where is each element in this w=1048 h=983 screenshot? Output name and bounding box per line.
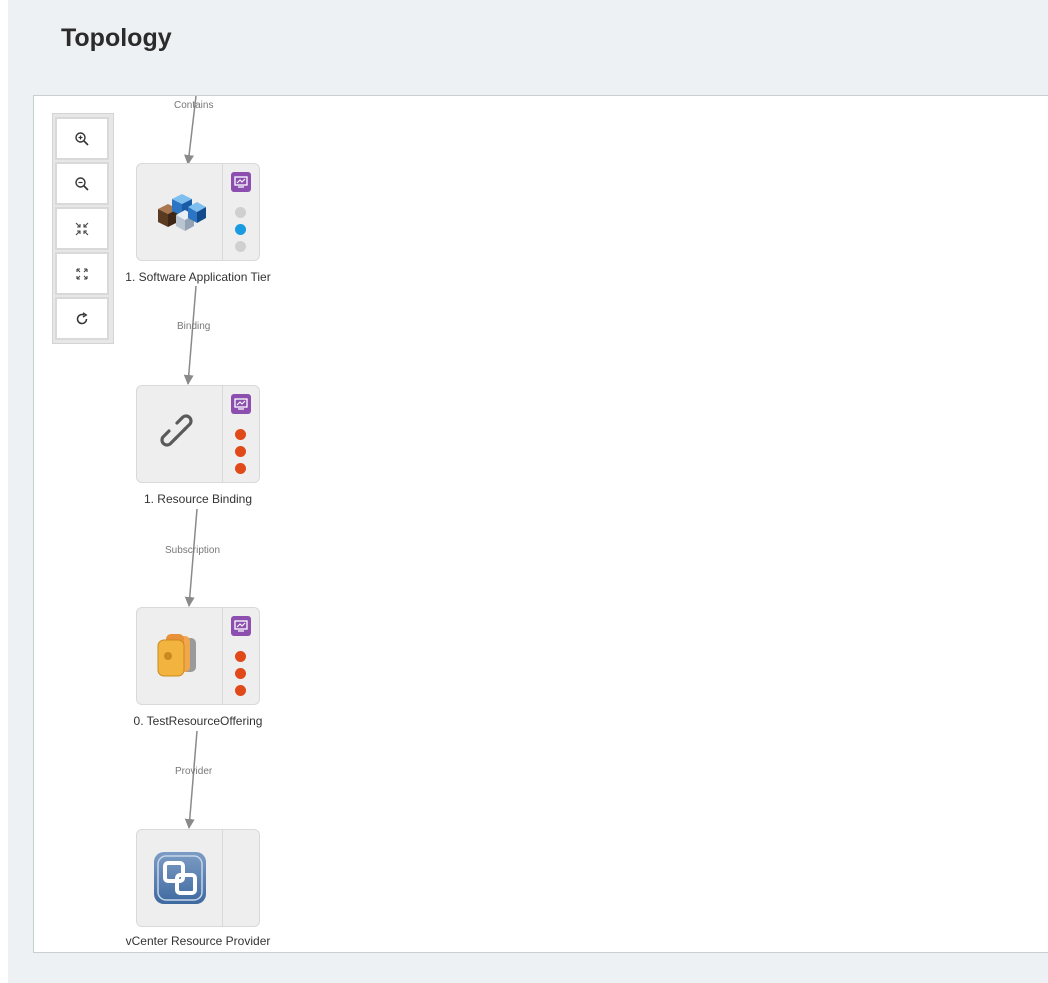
zoom-in-button[interactable] [55,117,109,160]
zoom-out-button[interactable] [55,162,109,205]
offering-stack-icon [157,634,196,677]
node-status-side [223,608,259,704]
status-dot [235,685,246,696]
node-test-resource-offering[interactable] [136,607,260,705]
edge-label-binding: Binding [177,321,211,332]
edge-provider [184,730,198,829]
status-dot [235,207,246,218]
status-dot [235,429,246,440]
vcenter-icon [153,852,206,904]
node-status-side [223,830,259,926]
monitor-badge[interactable] [231,172,251,192]
monitor-icon [234,176,248,188]
node-label-resource-binding: 1. Resource Binding [143,492,253,506]
node-label-software-application-tier: 1. Software Application Tier [125,270,271,284]
expand-button[interactable] [55,252,109,295]
node-resource-binding[interactable] [136,385,260,483]
node-label-vcenter-resource-provider: vCenter Resource Provider [125,934,271,948]
edge-label-subscription: Subscription [165,545,221,556]
chain-link-icon [159,414,193,447]
node-icon-area [137,164,223,260]
edge-label-contains: Contains [174,100,214,111]
node-icon-area [137,608,223,704]
page-title: Topology [61,24,172,52]
left-border [0,0,8,983]
monitor-badge[interactable] [231,394,251,414]
zoom-in-icon [75,131,89,146]
collapse-icon [75,222,89,235]
status-dot [235,668,246,679]
status-dot [235,651,246,662]
expand-icon [76,267,88,280]
zoom-out-icon [75,176,89,191]
node-status-side [223,164,259,260]
refresh-icon [76,311,88,324]
monitor-icon [234,620,248,632]
refresh-button[interactable] [55,297,109,340]
node-vcenter-resource-provider[interactable] [136,829,260,927]
edge-subscription [184,508,198,607]
status-dot [235,463,246,474]
edge-label-provider: Provider [175,766,213,777]
collapse-button[interactable] [55,207,109,250]
node-icon-area [137,386,223,482]
cubes-icon [157,194,206,231]
status-dot [235,241,246,252]
status-dot [235,224,246,235]
node-icon-area [137,830,223,926]
zoom-toolbar [52,113,114,344]
topology-canvas[interactable]: Contains Binding Subscription Provider 1… [33,95,1048,953]
monitor-icon [234,398,248,410]
node-label-test-resource-offering: 0. TestResourceOffering [133,714,263,728]
edge-binding [183,285,197,385]
status-dot [235,446,246,457]
monitor-badge[interactable] [231,616,251,636]
node-status-side [223,386,259,482]
node-software-application-tier[interactable] [136,163,260,261]
